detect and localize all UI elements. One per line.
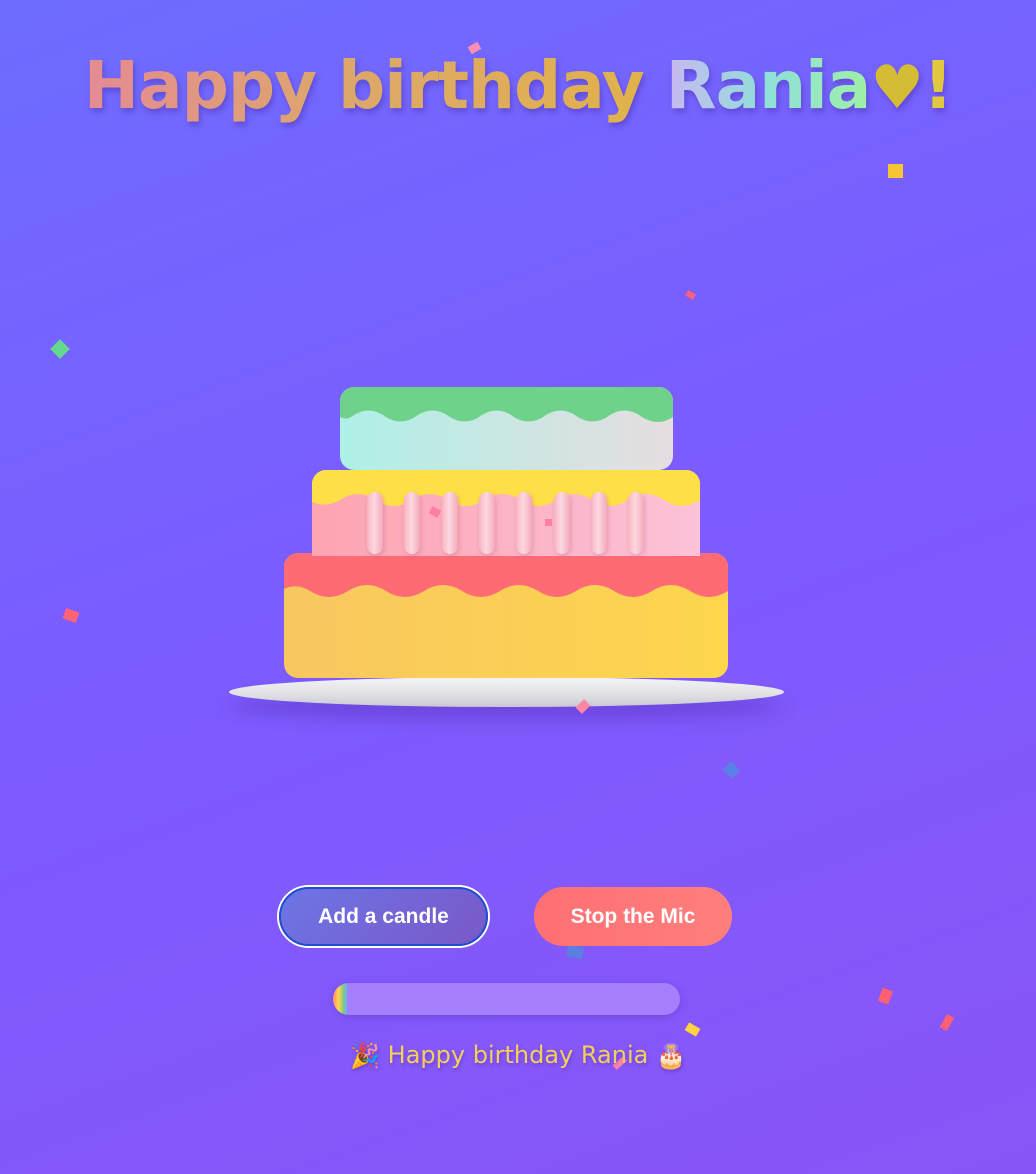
bottom-icing <box>284 553 728 597</box>
cake-tier-middle <box>312 470 700 556</box>
cake-tier-top <box>340 387 673 470</box>
blow-progress-fill <box>333 983 347 1015</box>
confetti-piece <box>566 944 584 960</box>
stop-mic-button[interactable]: Stop the Mic <box>534 887 732 946</box>
confetti-piece <box>545 519 552 526</box>
confetti-piece <box>939 1014 955 1031</box>
confetti-piece <box>877 987 894 1005</box>
party-popper-icon: 🎉 <box>350 1042 381 1070</box>
blow-progress-bar <box>333 983 680 1015</box>
cake-plate <box>229 677 784 707</box>
birthday-message: 🎉 Happy birthday Rania 🎂 <box>0 1038 1036 1073</box>
birthday-cake <box>0 0 1036 760</box>
cake-tier-bottom <box>284 553 728 678</box>
birthday-cake-icon: 🎂 <box>655 1042 686 1070</box>
birthday-message-text: Happy birthday Rania <box>387 1041 649 1069</box>
add-candle-button[interactable]: Add a candle <box>279 887 488 946</box>
middle-icing <box>312 470 700 506</box>
top-icing <box>340 387 673 422</box>
confetti-piece <box>684 1022 701 1037</box>
confetti-piece <box>722 761 741 779</box>
confetti-piece <box>888 164 903 178</box>
